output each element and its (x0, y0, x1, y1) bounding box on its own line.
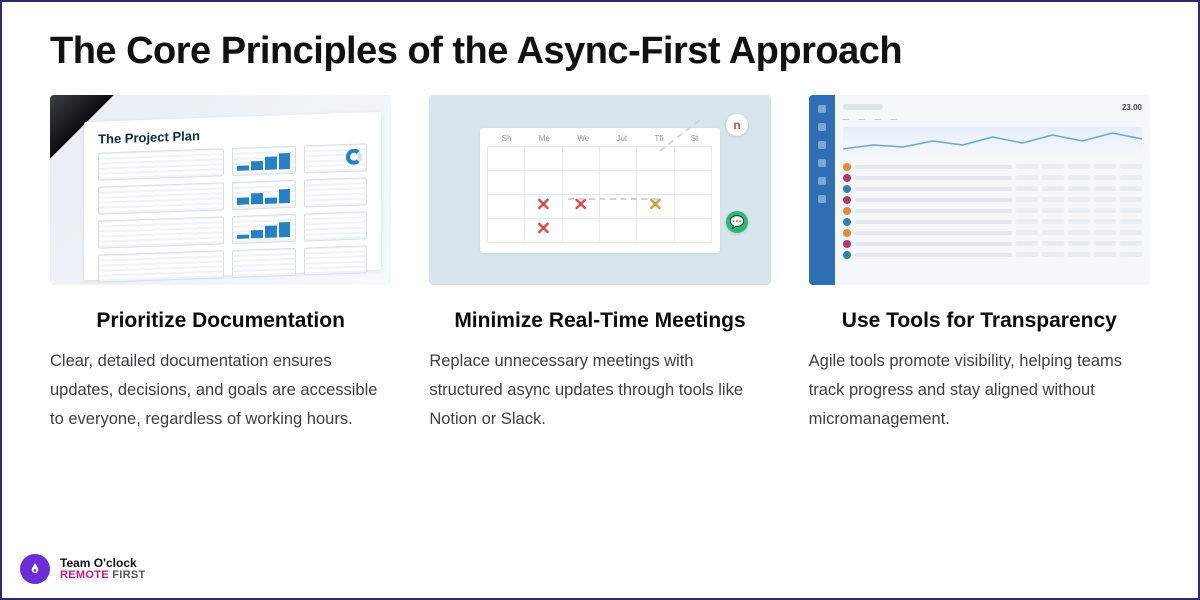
dashboard-chart-mock (843, 127, 1142, 157)
calendar-mock: Sh Me We Jut Tfi St ✕✕✕ ✕ n 💬 (480, 128, 720, 253)
card-title-documentation: Prioritize Documentation (50, 309, 391, 333)
page-title: The Core Principles of the Async-First A… (50, 30, 1150, 73)
doc-mock-title: The Project Plan (98, 122, 367, 146)
card-transparency: 23.00 ———— Use Tools (809, 95, 1150, 434)
card-body-meetings: Replace unnecessary meetings with struct… (429, 347, 770, 434)
cards-row: The Project Plan (50, 95, 1150, 434)
brand-tagline: REMOTE FIRST (60, 570, 146, 582)
chat-icon: 💬 (726, 211, 748, 233)
card-title-meetings: Minimize Real-Time Meetings (429, 309, 770, 333)
dashboard-price: 23.00 (1122, 103, 1142, 112)
card-title-transparency: Use Tools for Transparency (809, 309, 1150, 333)
dashboard-sidebar-mock (809, 95, 835, 285)
illustration-documentation: The Project Plan (50, 95, 391, 285)
footer-brand: Team O'clock REMOTE FIRST (20, 554, 146, 584)
card-documentation: The Project Plan (50, 95, 391, 434)
notion-icon: n (726, 114, 748, 136)
x-icon: ✕ (536, 218, 551, 239)
x-icon: ✕ (536, 194, 551, 215)
dashboard-rows-mock (843, 161, 1142, 260)
card-body-transparency: Agile tools promote visibility, helping … (809, 347, 1150, 434)
illustration-transparency: 23.00 ———— (809, 95, 1150, 285)
card-body-documentation: Clear, detailed documentation ensures up… (50, 347, 391, 434)
brand-logo-icon (20, 554, 50, 584)
card-meetings: Sh Me We Jut Tfi St ✕✕✕ ✕ n 💬 (429, 95, 770, 434)
illustration-meetings: Sh Me We Jut Tfi St ✕✕✕ ✕ n 💬 (429, 95, 770, 285)
